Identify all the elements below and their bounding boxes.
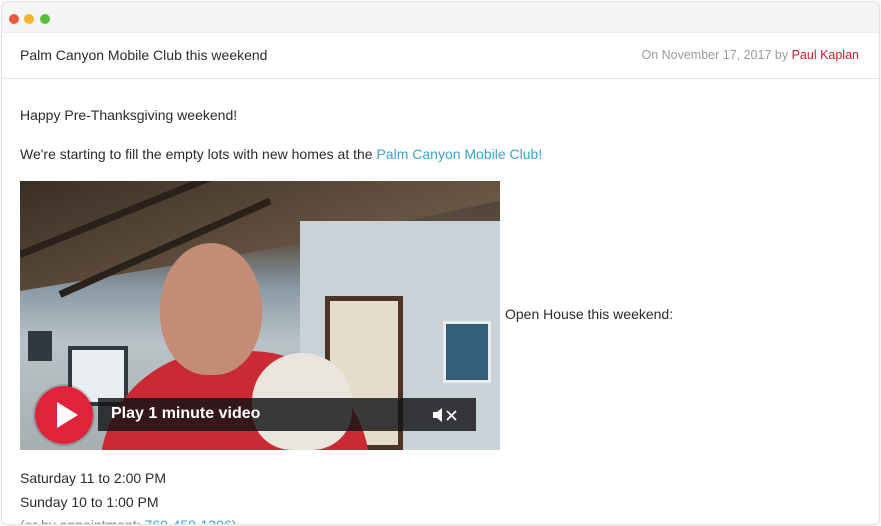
video-play-button[interactable] bbox=[35, 386, 93, 444]
sunday-hours: Sunday 10 to 1:00 PM bbox=[20, 494, 159, 510]
window-minimize-dot[interactable] bbox=[24, 14, 34, 24]
intro-text: We're starting to fill the empty lots wi… bbox=[20, 146, 373, 162]
mute-icon[interactable] bbox=[432, 407, 462, 423]
play-icon bbox=[57, 402, 78, 428]
appointment-suffix: ) bbox=[231, 517, 237, 525]
video-play-bar[interactable]: Play 1 minute video bbox=[98, 398, 476, 431]
appointment-line: (or by appointment: 760-459-1306) bbox=[20, 517, 237, 525]
greeting-text: Happy Pre-Thanksgiving weekend! bbox=[20, 107, 238, 123]
email-author-link[interactable]: Paul Kaplan bbox=[792, 48, 859, 62]
email-meta: On November 17, 2017 by Paul Kaplan bbox=[641, 48, 859, 62]
window-titlebar bbox=[2, 2, 879, 33]
video-thumbnail[interactable]: Play 1 minute video bbox=[20, 181, 500, 450]
appointment-phone-link[interactable]: 760-459-1306 bbox=[145, 517, 232, 524]
video-scene-frame bbox=[28, 331, 52, 361]
video-scene-person-head bbox=[160, 243, 262, 375]
email-window: Palm Canyon Mobile Club this weekend On … bbox=[1, 1, 880, 525]
window-close-dot[interactable] bbox=[9, 14, 19, 24]
intro-paragraph: We're starting to fill the empty lots wi… bbox=[20, 146, 542, 162]
appointment-prefix: (or by appointment: bbox=[20, 517, 141, 525]
window-zoom-dot[interactable] bbox=[40, 14, 50, 24]
video-scene-poster bbox=[443, 321, 491, 383]
palm-canyon-link[interactable]: Palm Canyon Mobile Club! bbox=[376, 146, 542, 162]
video-play-label: Play 1 minute video bbox=[111, 405, 261, 422]
open-house-text: Open House this weekend: bbox=[505, 306, 674, 322]
email-date: On November 17, 2017 by bbox=[641, 48, 789, 62]
email-subject: Palm Canyon Mobile Club this weekend bbox=[20, 47, 268, 63]
saturday-hours: Saturday 11 to 2:00 PM bbox=[20, 470, 167, 486]
email-header: Palm Canyon Mobile Club this weekend On … bbox=[2, 33, 879, 79]
